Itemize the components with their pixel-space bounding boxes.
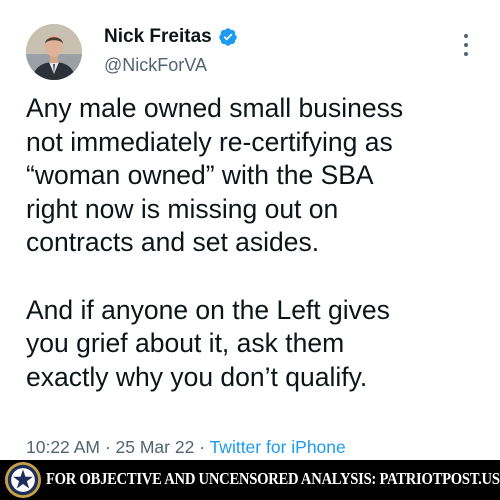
verified-badge-icon bbox=[218, 28, 237, 46]
author-name-row[interactable]: Nick Freitas bbox=[104, 26, 238, 48]
tweet-time[interactable]: 10:22 AM bbox=[26, 437, 100, 457]
avatar[interactable] bbox=[26, 24, 82, 80]
watermark-text: FOR OBJECTIVE AND UNCENSORED ANALYSIS: P… bbox=[46, 469, 500, 488]
tweet-text: Any male owned small business not immedi… bbox=[26, 92, 486, 394]
tweet-metadata: 10:22 AM · 25 Mar 22 · Twitter for iPhon… bbox=[26, 437, 346, 458]
separator-dot: · bbox=[199, 437, 206, 457]
author-handle[interactable]: @NickForVA bbox=[104, 55, 207, 76]
star-seal-logo bbox=[4, 461, 42, 499]
tweet-source-link[interactable]: Twitter for iPhone bbox=[210, 437, 346, 457]
separator-dot: · bbox=[104, 437, 111, 457]
tweet-paragraph: And if anyone on the Left gives you grie… bbox=[26, 294, 390, 392]
author-display-name[interactable]: Nick Freitas bbox=[104, 26, 212, 48]
more-options-icon[interactable] bbox=[463, 34, 469, 56]
tweet-paragraph: Any male owned small business not immedi… bbox=[26, 93, 404, 258]
tweet-date[interactable]: 25 Mar 22 bbox=[116, 437, 195, 457]
